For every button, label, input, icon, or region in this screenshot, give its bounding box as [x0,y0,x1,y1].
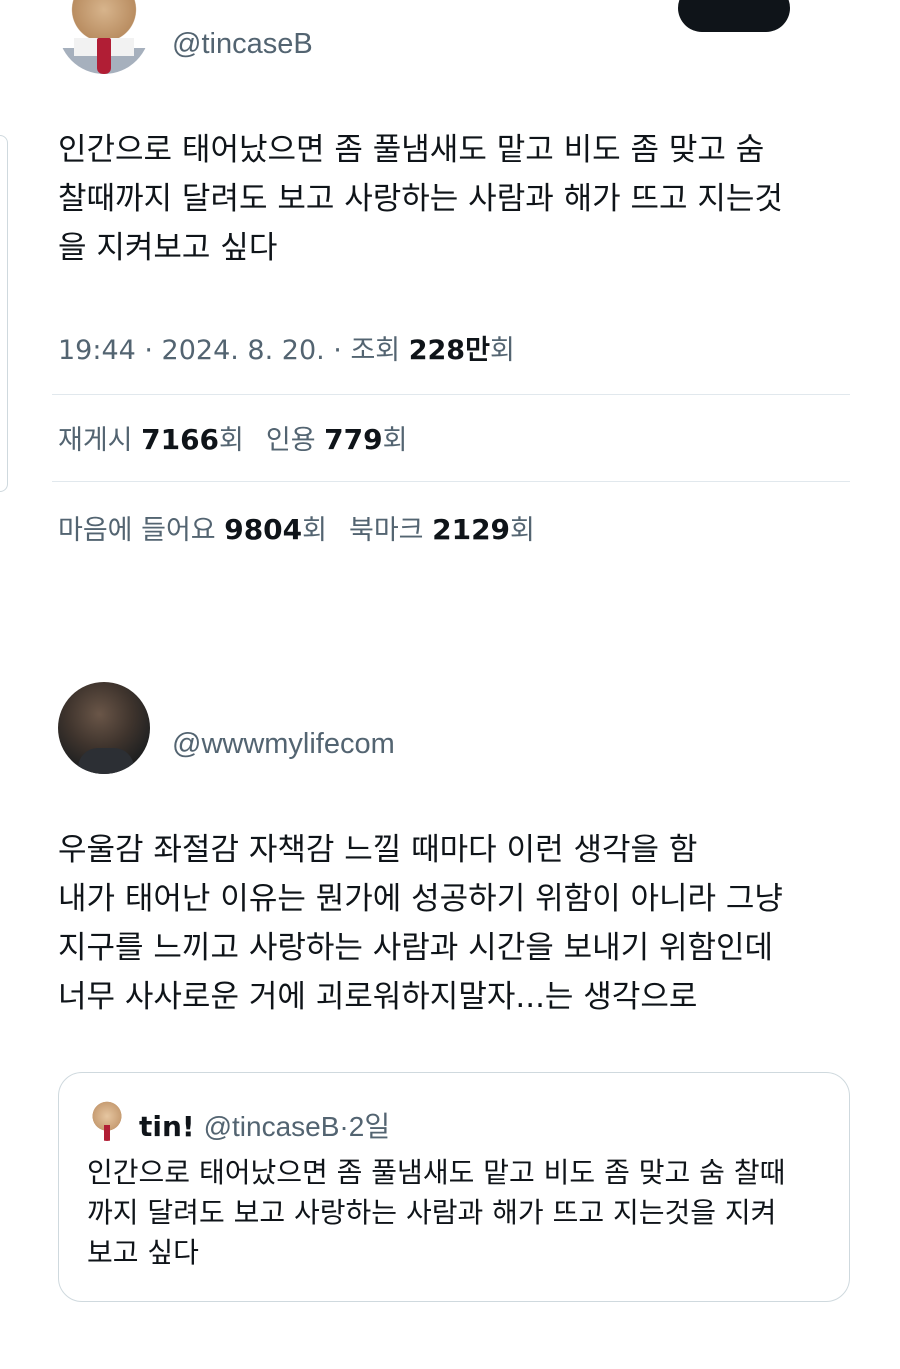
likes-stat[interactable]: 마음에 들어요 9804회 [58,513,327,546]
tweet1-timestamp[interactable]: 19:44 · 2024. 8. 20. · 조회 [58,335,409,366]
tweet1-text-line: 을 지켜보고 싶다 [58,230,278,266]
tweet1-text-line: 찰때까지 달려도 보고 사랑하는 사람과 해가 뜨고 지는것 [58,181,783,217]
bookmarks-count: 2129 [432,513,511,546]
quote-text: 인간으로 태어났으면 좀 풀냄새도 맡고 비도 좀 맞고 숨 찰때 까지 달려도… [87,1153,785,1273]
reposts-label: 재게시 [58,425,142,456]
quoted-tweet-card[interactable]: tin! @tincaseB·2일 인간으로 태어났으면 좀 풀냄새도 맡고 비… [58,1072,850,1302]
divider [52,481,850,482]
quotes-label: 인용 [265,425,325,456]
avatar-tie [97,38,111,74]
quote-text-line: 보고 싶다 [87,1236,199,1269]
wwwmylifecom-avatar[interactable] [58,682,150,774]
avatar-tie [104,1125,110,1141]
tweet1-handle[interactable]: @tincaseB [172,28,313,61]
quote-text-line: 인간으로 태어났으면 좀 풀냄새도 맡고 비도 좀 맞고 숨 찰때 [87,1156,786,1189]
tweet1-stats-row-likes: 마음에 들어요 9804회 북마크 2129회 [58,508,535,547]
tweet2-text-line: 너무 사사로운 거에 괴로워하지말자...는 생각으로 [58,979,698,1015]
tweet2-text-line: 지구를 느끼고 사랑하는 사람과 시간을 보내기 위함인데 [58,930,774,966]
tweet2-text-line: 우울감 좌절감 자책감 느낄 때마다 이런 생각을 함 [58,832,698,868]
bookmarks-suffix: 회 [510,515,535,546]
quote-separator: · [339,1111,349,1142]
divider [52,394,850,395]
reposts-count: 7166 [141,423,220,456]
quote-header: tin! @tincaseB·2일 [139,1105,390,1145]
tincaseB-avatar[interactable] [58,0,150,74]
tweet1-text-line: 인간으로 태어났으면 좀 풀냄새도 맡고 비도 좀 맞고 숨 [58,132,765,168]
reposts-suffix: 회 [219,425,244,456]
tweet2-text: 우울감 좌절감 자책감 느낄 때마다 이런 생각을 함 내가 태어난 이유는 뭔… [58,826,783,1022]
bookmarks-label: 북마크 [349,515,433,546]
side-panel-edge [0,135,8,492]
likes-suffix: 회 [302,515,327,546]
quotes-suffix: 회 [382,425,408,456]
quotes-stat[interactable]: 인용 779회 [265,423,408,456]
likes-label: 마음에 들어요 [58,515,225,546]
quotes-count: 779 [324,423,383,456]
tweet1-text: 인간으로 태어났으면 좀 풀냄새도 맡고 비도 좀 맞고 숨 찰때까지 달려도 … [58,126,783,273]
tweet1-view-count: 228만 [408,335,490,366]
tweet2-text-line: 내가 태어난 이유는 뭔가에 성공하기 위함이 아니라 그냥 [58,881,783,917]
avatar-collar [110,38,134,56]
bookmarks-stat[interactable]: 북마크 2129회 [349,513,535,546]
quote-time: 2일 [348,1111,391,1142]
quote-author-handle: @tincaseB [203,1111,340,1142]
quote-text-line: 까지 달려도 보고 사랑하는 사람과 해가 뜨고 지는것을 지켜 [87,1196,777,1229]
tweet1-view-suffix: 회 [489,335,515,366]
tweet1-meta: 19:44 · 2024. 8. 20. · 조회 228만회 [58,328,515,367]
avatar-collar [74,38,98,56]
reposts-stat[interactable]: 재게시 7166회 [58,423,244,456]
tweet1-stats-row-reposts: 재게시 7166회 인용 779회 [58,418,407,457]
likes-count: 9804 [224,513,303,546]
quote-author-name: tin! [139,1110,195,1143]
follow-button[interactable] [678,0,790,32]
tweet2-handle[interactable]: @wwwmylifecom [172,728,395,761]
avatar-shirt [78,748,134,774]
quote-avatar [87,1101,127,1141]
